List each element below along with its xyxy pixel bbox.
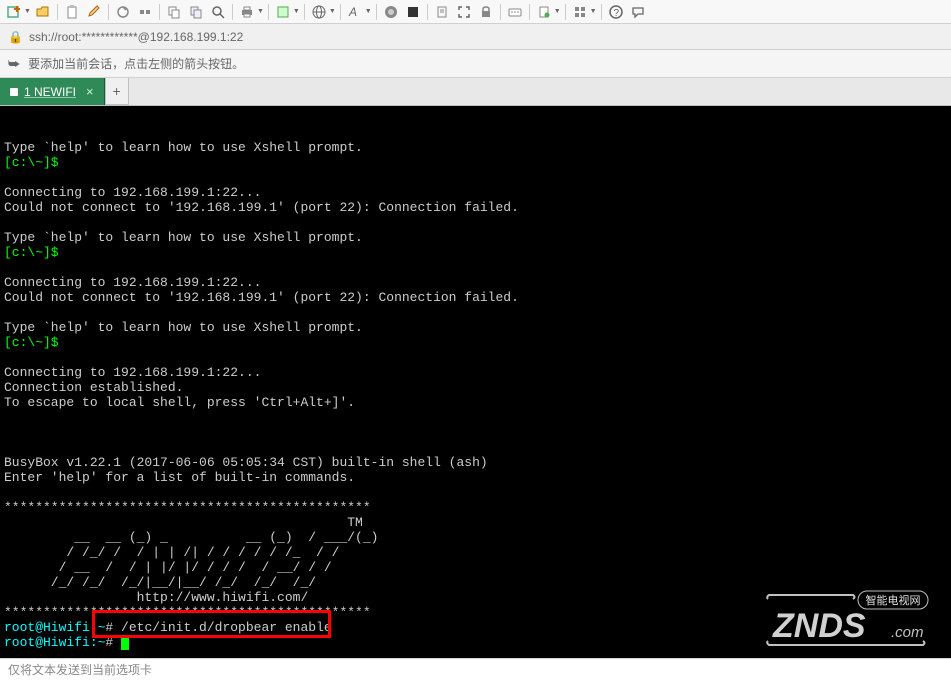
status-text: 仅将文本发送到当前选项卡 bbox=[8, 661, 152, 678]
chevron-down-icon[interactable]: ▼ bbox=[590, 8, 597, 15]
arrange-icon[interactable] bbox=[570, 2, 590, 22]
chevron-down-icon[interactable]: ▼ bbox=[329, 8, 336, 15]
separator bbox=[159, 4, 160, 20]
reconnect-icon[interactable] bbox=[113, 2, 133, 22]
terminal-line: Type `help' to learn how to use Xshell p… bbox=[4, 140, 519, 650]
log-icon[interactable] bbox=[534, 2, 554, 22]
tab-add-button[interactable]: + bbox=[105, 78, 129, 105]
address-text[interactable]: ssh://root:************@192.168.199.1:22 bbox=[29, 30, 243, 44]
lock-icon[interactable] bbox=[476, 2, 496, 22]
tab-close-icon[interactable]: × bbox=[86, 84, 94, 99]
copy2-icon[interactable] bbox=[186, 2, 206, 22]
chevron-down-icon[interactable]: ▼ bbox=[24, 8, 31, 15]
tab-label: 1 NEWIFI bbox=[24, 85, 76, 99]
theme-icon[interactable] bbox=[403, 2, 423, 22]
info-text: 要添加当前会话，点击左侧的箭头按钮。 bbox=[28, 55, 244, 72]
separator bbox=[304, 4, 305, 20]
keymap-icon[interactable] bbox=[505, 2, 525, 22]
fullscreen-icon[interactable] bbox=[454, 2, 474, 22]
separator bbox=[340, 4, 341, 20]
terminal-cursor bbox=[121, 636, 129, 650]
tab-status-icon bbox=[10, 88, 18, 96]
separator bbox=[268, 4, 269, 20]
separator bbox=[601, 4, 602, 20]
lock-icon: 🔒 bbox=[8, 30, 23, 44]
copy-icon[interactable] bbox=[164, 2, 184, 22]
new-session-icon[interactable] bbox=[4, 2, 24, 22]
paste-icon[interactable] bbox=[62, 2, 82, 22]
chevron-down-icon[interactable]: ▼ bbox=[293, 8, 300, 15]
help-icon[interactable]: ? bbox=[606, 2, 626, 22]
font-icon[interactable]: A bbox=[345, 2, 365, 22]
encoding-icon[interactable] bbox=[309, 2, 329, 22]
svg-text:?: ? bbox=[613, 8, 619, 19]
add-session-arrow-icon[interactable]: ⮩ bbox=[8, 56, 20, 72]
terminal[interactable]: Type `help' to learn how to use Xshell p… bbox=[0, 106, 951, 658]
address-bar: 🔒 ssh://root:************@192.168.199.1:… bbox=[0, 24, 951, 50]
tab-newifi[interactable]: 1 NEWIFI × bbox=[0, 78, 105, 105]
scroll-icon[interactable] bbox=[432, 2, 452, 22]
separator bbox=[529, 4, 530, 20]
chat-icon[interactable] bbox=[628, 2, 648, 22]
separator bbox=[565, 4, 566, 20]
separator bbox=[427, 4, 428, 20]
color-icon[interactable] bbox=[381, 2, 401, 22]
find-icon[interactable] bbox=[208, 2, 228, 22]
edit-icon[interactable] bbox=[84, 2, 104, 22]
print-icon[interactable] bbox=[237, 2, 257, 22]
main-toolbar: ▼ ▼ ▼ ▼ A ▼ ▼ ▼ ? bbox=[0, 0, 951, 24]
capture-icon[interactable] bbox=[273, 2, 293, 22]
separator bbox=[500, 4, 501, 20]
tabs-bar: 1 NEWIFI × + bbox=[0, 78, 951, 106]
info-bar: ⮩ 要添加当前会话，点击左侧的箭头按钮。 bbox=[0, 50, 951, 78]
chevron-down-icon[interactable]: ▼ bbox=[257, 8, 264, 15]
separator bbox=[376, 4, 377, 20]
svg-text:A: A bbox=[348, 5, 357, 19]
chevron-down-icon[interactable]: ▼ bbox=[365, 8, 372, 15]
open-icon[interactable] bbox=[33, 2, 53, 22]
separator bbox=[232, 4, 233, 20]
separator bbox=[108, 4, 109, 20]
chevron-down-icon[interactable]: ▼ bbox=[554, 8, 561, 15]
disconnect-icon[interactable] bbox=[135, 2, 155, 22]
separator bbox=[57, 4, 58, 20]
